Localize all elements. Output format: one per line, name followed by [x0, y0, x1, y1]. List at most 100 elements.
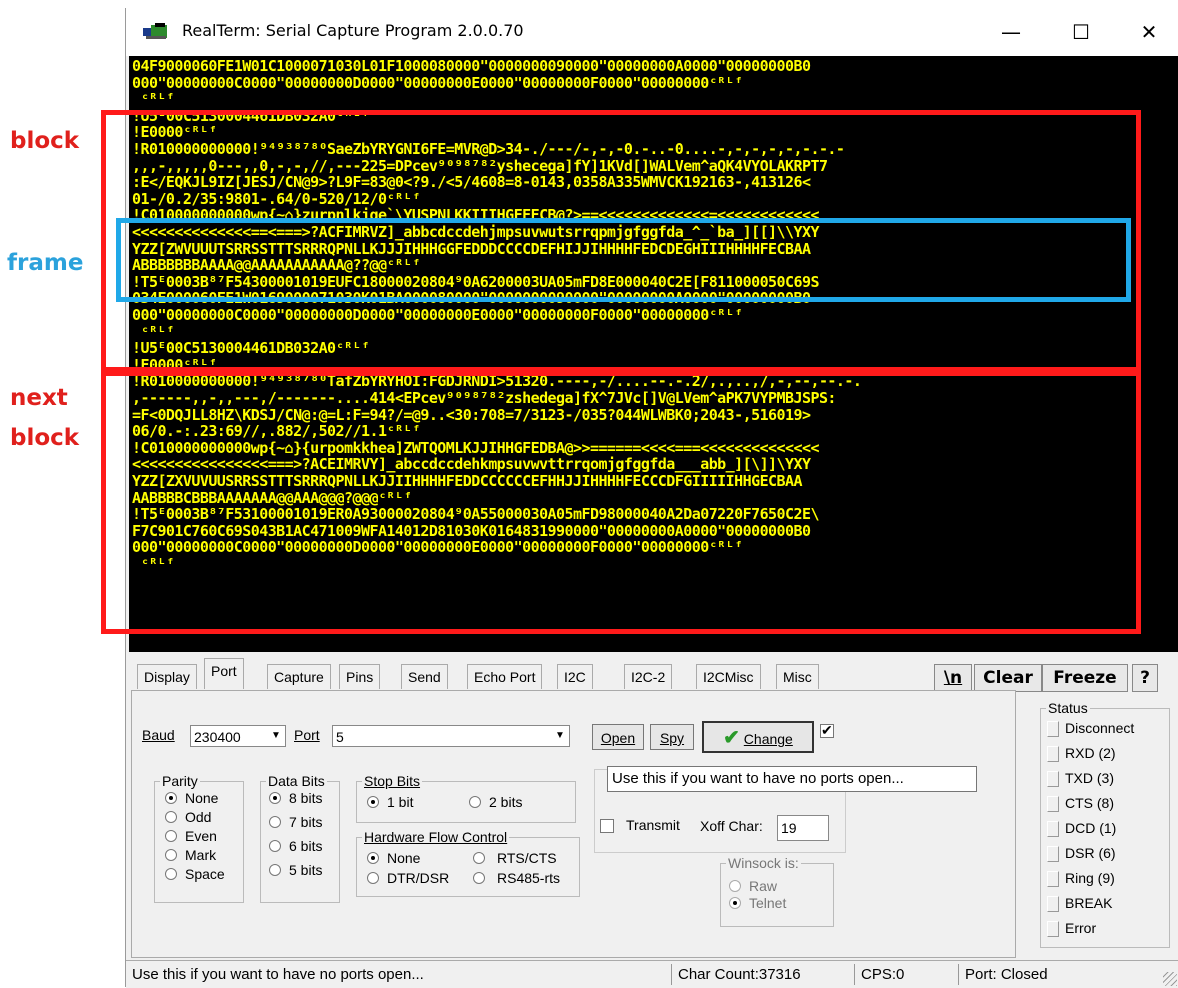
newline-button[interactable]: \n	[934, 664, 972, 692]
tab-port[interactable]: Port	[204, 658, 244, 689]
parity-space-radio[interactable]	[165, 868, 177, 880]
spy-button[interactable]: Spy	[650, 724, 694, 750]
parity-odd-label: Odd	[185, 809, 212, 825]
status-disconnect[interactable]: Disconnect	[1065, 720, 1134, 736]
transmit-checkbox[interactable]	[600, 819, 614, 833]
change-label: Change	[743, 731, 793, 747]
resize-grip-icon[interactable]	[1163, 972, 1177, 986]
baud-select[interactable]: 230400 ▼	[190, 725, 286, 747]
realterm-window: RealTerm: Serial Capture Program 2.0.0.7…	[125, 8, 1178, 988]
parity-mark-radio[interactable]	[165, 849, 177, 861]
terminal-line: !C010000000000wp{~⌂}{urpomkkhea]ZWTQOMLK…	[132, 438, 820, 457]
tab-display[interactable]: Display	[137, 664, 197, 689]
terminal-line: !R010000000000!⁹⁴⁹³⁸⁷⁸⁰SaeZbYRYGNI6FE=MV…	[132, 140, 845, 158]
frame-annotation: frame	[7, 250, 84, 276]
terminal-line: !T5ᴱ0003B⁸⁷F54300001019EUFC18000020804⁹0…	[132, 272, 820, 291]
freeze-button[interactable]: Freeze	[1042, 664, 1128, 692]
status-bar: Use this if you want to have no ports op…	[126, 960, 1178, 988]
data-bits-8-radio[interactable]	[269, 792, 281, 804]
data-bits-6-radio[interactable]	[269, 840, 281, 852]
tab-i2c[interactable]: I2C	[557, 664, 593, 689]
status-led-ring	[1047, 871, 1059, 887]
status-group: Status Disconnect RXD (2) TXD (3) CTS (8…	[1040, 700, 1170, 948]
status-led-dsr	[1047, 846, 1059, 862]
terminal-line: ,------,,-,,---,/-------....414<EPcev⁹⁰⁹…	[132, 389, 836, 407]
tab-send[interactable]: Send	[401, 664, 448, 689]
open-button[interactable]: Open	[592, 724, 644, 750]
terminal-line: !E0000ᶜᴿᴸᶠ	[132, 355, 217, 374]
parity-space-label: Space	[185, 866, 225, 882]
status-error[interactable]: Error	[1065, 920, 1096, 936]
chevron-down-icon: ▼	[271, 730, 281, 741]
data-bits-8-label: 8 bits	[289, 790, 323, 806]
data-bits-6-label: 6 bits	[289, 838, 323, 854]
status-txd: TXD (3)	[1065, 770, 1114, 786]
stop-bits-1-radio[interactable]	[367, 796, 379, 808]
clear-button[interactable]: Clear	[974, 664, 1042, 692]
stop-bits-label: Stop Bits	[362, 773, 423, 789]
stop-bits-2-radio[interactable]	[469, 796, 481, 808]
status-ring: Ring (9)	[1065, 870, 1115, 886]
parity-none-radio[interactable]	[165, 792, 177, 804]
data-bits-label: Data Bits	[266, 773, 327, 789]
tab-row: Display Port Capture Pins Send Echo Port…	[129, 656, 1178, 692]
status-led-txd	[1047, 771, 1059, 787]
title-bar[interactable]: RealTerm: Serial Capture Program 2.0.0.7…	[126, 8, 1178, 56]
terminal-line: !E0000ᶜᴿᴸᶠ	[132, 123, 217, 142]
help-button[interactable]: ?	[1132, 664, 1158, 692]
terminal-line: :E</EQKJL9IZ[JESJ/CN@9>?L9F=83@0<?9./<5/…	[132, 173, 811, 192]
tab-echo-port[interactable]: Echo Port	[467, 664, 543, 689]
terminal-line: !C010000000000wp{~⌂}zurpnlkjge`\YUSPNLKK…	[132, 206, 820, 225]
port-label: Port	[294, 727, 320, 743]
tab-i2cmisc[interactable]: I2CMisc	[696, 664, 761, 689]
winsock-telnet-radio[interactable]	[729, 897, 741, 909]
port-select[interactable]: 5 ▼	[332, 725, 570, 747]
cps: CPS:0	[854, 964, 951, 985]
status-led-cts	[1047, 796, 1059, 812]
window-title: RealTerm: Serial Capture Program 2.0.0.7…	[182, 21, 524, 40]
data-bits-7-label: 7 bits	[289, 814, 323, 830]
port-value: 5	[336, 729, 344, 745]
port-status: Port: Closed	[958, 964, 1145, 985]
change-checkbox[interactable]: ✔	[820, 722, 834, 738]
flow-dtrdsr-radio[interactable]	[367, 872, 379, 884]
terminal-display[interactable]: 04F9000060FE1W01C1000071030L01F100008000…	[129, 56, 1178, 652]
parity-label: Parity	[160, 773, 200, 789]
winsock-raw-radio[interactable]	[729, 880, 741, 892]
terminal-line: AABBBBCBBBAAAAAAA@@AAA@@@?@@@ᶜᴿᴸᶠ	[132, 488, 412, 507]
parity-odd-radio[interactable]	[165, 811, 177, 823]
data-bits-5-radio[interactable]	[269, 864, 281, 876]
flow-none-radio[interactable]	[367, 852, 379, 864]
terminal-line: YZZ[ZXVUVUUSRRSSTTTSRRRQPNLLKJJIIHHHHFED…	[132, 472, 803, 490]
close-button[interactable]: ✕	[1126, 8, 1172, 56]
tab-capture[interactable]: Capture	[267, 664, 331, 689]
status-led-dcd	[1047, 821, 1059, 837]
data-bits-7-radio[interactable]	[269, 816, 281, 828]
maximize-button[interactable]: ☐	[1058, 8, 1104, 56]
terminal-line: !T5ᴱ0003B⁸⁷F53100001019ER0A93000020804⁹0…	[132, 505, 820, 524]
terminal-line: 000"00000000C0000"00000000D0000"00000000…	[132, 73, 743, 92]
status-led-error	[1047, 921, 1059, 937]
xoff-char-input[interactable]: 19	[777, 815, 829, 841]
status-rxd: RXD (2)	[1065, 745, 1116, 761]
flow-rs485-label: RS485-rts	[497, 870, 561, 886]
terminal-line: <<<<<<<<<<<<<<==<===>?ACFIMRVZ]_abbcdccd…	[132, 223, 820, 241]
flow-rs485-radio[interactable]	[473, 872, 485, 884]
tab-pins[interactable]: Pins	[339, 664, 381, 689]
minimize-button[interactable]: —	[988, 8, 1034, 56]
stop-bits-1-label: 1 bit	[387, 794, 414, 810]
status-dsr: DSR (6)	[1065, 845, 1116, 861]
change-button[interactable]: ✔ Change	[702, 721, 814, 753]
stop-bits-2-label: 2 bits	[489, 794, 523, 810]
tab-i2c-2[interactable]: I2C-2	[624, 664, 673, 689]
flow-rtscts-radio[interactable]	[473, 852, 485, 864]
terminal-line: F7C901C760C69S043B1AC471009WFA14012D8103…	[132, 521, 811, 540]
terminal-line: =F<0DQJLL8HZ\KDSJ/CN@:@=L:F=94?/=@9..<30…	[132, 405, 811, 424]
status-break[interactable]: BREAK	[1065, 895, 1112, 911]
next-block-annotation-line2: block	[10, 425, 80, 451]
terminal-line: ᶜᴿᴸᶠ	[132, 555, 175, 573]
tab-misc[interactable]: Misc	[776, 664, 819, 689]
terminal-line: !R010000000000!⁹⁴⁹³⁸⁷⁸⁰TafZbYRYHOI:FGDJR…	[132, 372, 862, 391]
parity-even-radio[interactable]	[165, 830, 177, 842]
winsock-raw-label: Raw	[749, 878, 778, 894]
